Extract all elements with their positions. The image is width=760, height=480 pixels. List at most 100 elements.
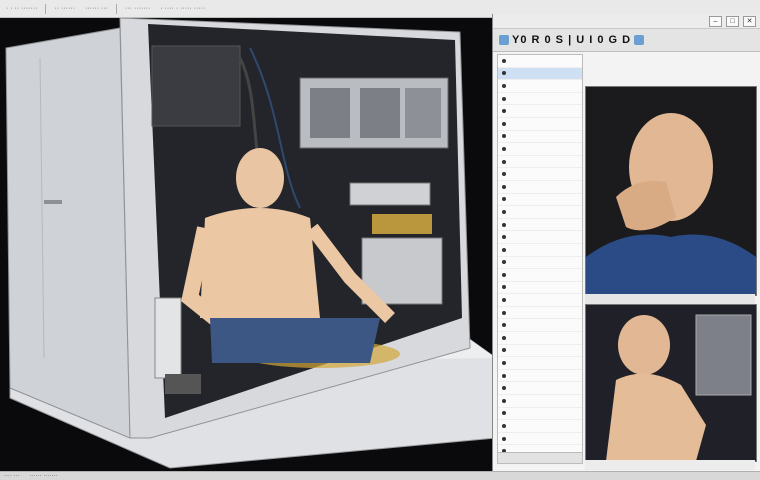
- layer-bullet-icon: [502, 310, 506, 315]
- layer-bullet-icon: [502, 109, 506, 114]
- layer-bullet-icon: [502, 386, 506, 391]
- layer-row[interactable]: [498, 294, 582, 307]
- layer-bullet-icon: [502, 209, 506, 214]
- tool-icon[interactable]: [634, 35, 645, 45]
- preview-image-bottom[interactable]: [585, 304, 757, 462]
- layer-bullet-icon: [502, 411, 506, 416]
- layer-row[interactable]: [498, 307, 582, 320]
- layer-row[interactable]: [498, 55, 582, 68]
- scene-illustration: [5, 18, 496, 469]
- layer-row[interactable]: [498, 244, 582, 257]
- side-box: [154, 297, 182, 379]
- circuit-block: [310, 88, 350, 138]
- layer-bullet-icon: [502, 398, 506, 403]
- layer-bullet-icon: [502, 424, 506, 429]
- layer-row[interactable]: [498, 345, 582, 358]
- layer-bullet-icon: [502, 335, 506, 340]
- toolbar-item[interactable]: · · ·· ·······: [4, 5, 39, 12]
- layer-row[interactable]: [498, 357, 582, 370]
- fuse-row: [372, 214, 432, 234]
- layer-row[interactable]: [498, 219, 582, 232]
- layer-row[interactable]: [498, 269, 582, 282]
- layer-bullet-icon: [502, 184, 506, 189]
- layer-row[interactable]: [498, 395, 582, 408]
- door-handle[interactable]: [44, 200, 62, 204]
- layer-bullet-icon: [502, 121, 506, 126]
- layer-row[interactable]: [498, 420, 582, 433]
- cabinet-door: [5, 27, 131, 439]
- head: [618, 315, 670, 375]
- layer-row[interactable]: [498, 433, 582, 446]
- status-bar: ···· ··· ······ ·······: [0, 471, 760, 480]
- minimize-button[interactable]: –: [709, 15, 722, 27]
- floor-device: [165, 374, 201, 394]
- layer-row[interactable]: [498, 332, 582, 345]
- restore-button[interactable]: □: [726, 15, 739, 27]
- layer-bullet-icon: [502, 159, 506, 164]
- layer-row[interactable]: [498, 143, 582, 156]
- layer-row[interactable]: [498, 93, 582, 106]
- layer-row[interactable]: [498, 181, 582, 194]
- window-titlebar: – □ ✕: [493, 14, 760, 29]
- toolbar-item[interactable]: ··· ·······: [123, 5, 152, 12]
- layer-row[interactable]: [498, 156, 582, 169]
- image-divider: [585, 294, 755, 304]
- layer-bullet-icon: [502, 285, 506, 290]
- layer-bullet-icon: [502, 58, 506, 63]
- layer-bullet-icon: [502, 235, 506, 240]
- tool-icon[interactable]: [499, 35, 509, 45]
- preview-footer: [585, 460, 755, 470]
- toolbar-separator: [45, 3, 47, 14]
- layer-bullet-icon: [502, 348, 506, 353]
- layer-row[interactable]: [498, 80, 582, 93]
- layer-row[interactable]: [498, 131, 582, 144]
- layer-bullet-icon: [502, 134, 506, 139]
- layer-row[interactable]: [498, 282, 582, 295]
- close-button[interactable]: ✕: [743, 15, 756, 27]
- machine-panel: [695, 314, 752, 396]
- layer-bullet-icon: [502, 361, 506, 366]
- layer-row[interactable]: [498, 370, 582, 383]
- panel-footer: [498, 452, 582, 463]
- reaching-illustration: [586, 305, 756, 461]
- status-item: ······ ·······: [29, 473, 58, 479]
- shirt: [586, 234, 756, 295]
- layer-row[interactable]: [498, 194, 582, 207]
- layer-bullet-icon: [502, 222, 506, 227]
- layer-bullet-icon: [502, 260, 506, 265]
- layer-row[interactable]: [498, 206, 582, 219]
- layer-bullet-icon: [502, 197, 506, 202]
- equipment-panel-left: [151, 45, 241, 127]
- layer-row[interactable]: [498, 118, 582, 131]
- layer-row[interactable]: [498, 105, 582, 118]
- layer-bullet-icon: [502, 247, 506, 252]
- portrait-illustration: [586, 87, 756, 295]
- layer-row[interactable]: [498, 257, 582, 270]
- toolbar-item[interactable]: ······ ···: [83, 5, 110, 12]
- toolbar-item[interactable]: ·· ······: [52, 5, 77, 12]
- layer-row[interactable]: [498, 67, 582, 81]
- layer-row[interactable]: [498, 382, 582, 396]
- layer-bullet-icon: [502, 323, 506, 328]
- layer-row[interactable]: [498, 231, 582, 244]
- layer-bullet-icon: [502, 373, 506, 378]
- layer-bullet-icon: [502, 96, 506, 101]
- layer-bullet-icon: [502, 272, 506, 277]
- layer-bullet-icon: [502, 71, 506, 76]
- person-torso: [200, 208, 320, 318]
- rack-unit: [349, 182, 431, 206]
- toolbar-item[interactable]: · ···· · ····· ·····: [158, 5, 207, 12]
- person-legs: [210, 318, 380, 363]
- layer-bullet-icon: [502, 146, 506, 151]
- layer-row[interactable]: [498, 168, 582, 181]
- layer-row[interactable]: [498, 319, 582, 333]
- layer-row[interactable]: [498, 408, 582, 421]
- circuit-block: [405, 88, 441, 138]
- photo-editor-window: – □ ✕ Y0 R 0 S | U I 0 G D: [492, 14, 760, 471]
- layer-bullet-icon: [502, 172, 506, 177]
- circuit-block: [360, 88, 400, 138]
- app-toolbar: Y0 R 0 S | U I 0 G D: [493, 29, 760, 52]
- toolbar-separator: [116, 3, 118, 14]
- preview-image-top[interactable]: [585, 86, 757, 296]
- person-head: [236, 148, 284, 208]
